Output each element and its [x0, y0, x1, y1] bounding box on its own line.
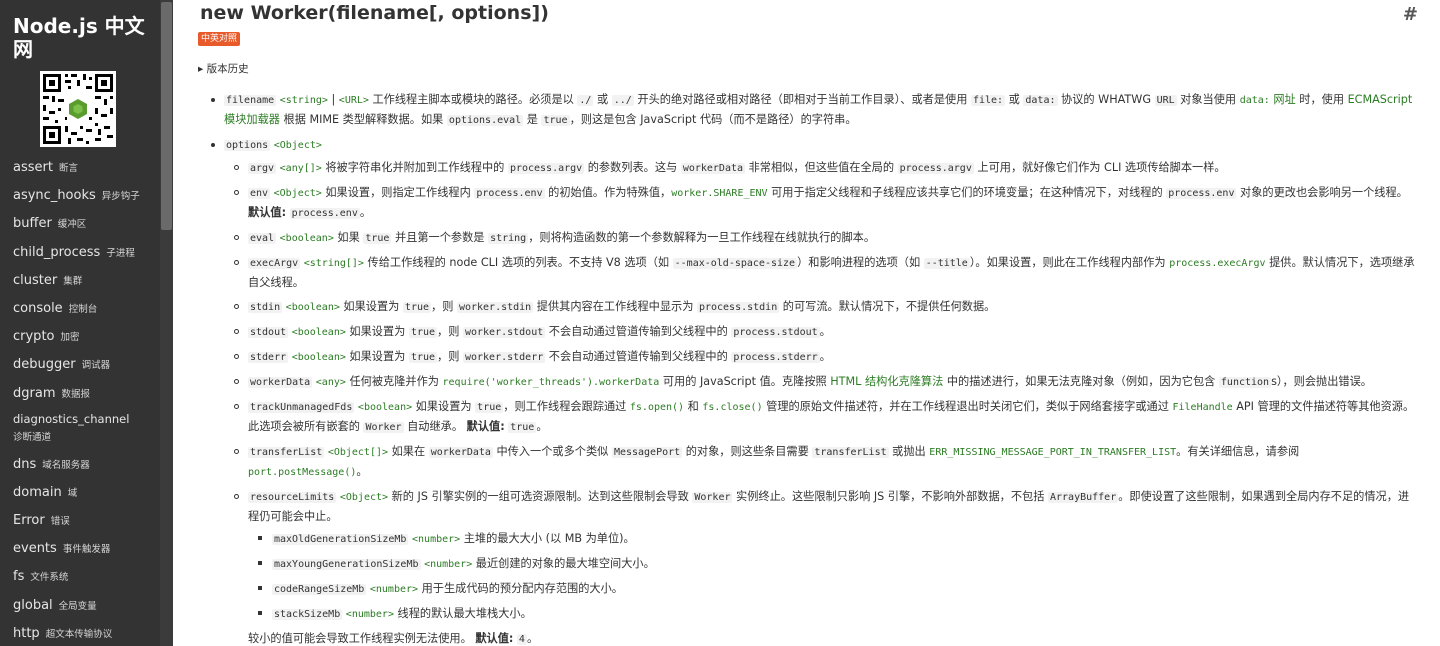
sidebar-item-buffer[interactable]: buffer 缓冲区: [0, 213, 160, 241]
site-logo[interactable]: Node.js 中文网: [13, 15, 153, 61]
sidebar-nav: assert 断言 async_hooks 异步钩子 buffer 缓冲区 child…: [0, 157, 160, 646]
sidebar-item-events[interactable]: events 事件触发器: [0, 538, 160, 566]
option-execargv: execArgv <string[]> 传给工作线程的 node CLI 选项的…: [224, 253, 1415, 292]
option-resourcelimits: resourceLimits <Object> 新的 JS 引擎实例的一组可选资…: [224, 487, 1415, 646]
type-link[interactable]: <boolean>: [358, 402, 412, 413]
version-history-toggle[interactable]: ▸ 版本历史: [198, 61, 249, 76]
type-link[interactable]: <number>: [424, 559, 472, 570]
error-code-link[interactable]: ERR_MISSING_MESSAGE_PORT_IN_TRANSFER_LIS…: [929, 447, 1176, 458]
param-options: options <Object> argv <any[]> 将被字符串化并附加到…: [200, 135, 1415, 646]
type-link[interactable]: <Object[]>: [328, 447, 388, 458]
type-link[interactable]: <boolean>: [280, 233, 334, 244]
limit-item: maxOldGenerationSizeMb <number> 主堆的最大大小 …: [248, 529, 1415, 549]
type-link[interactable]: <string>: [280, 95, 328, 106]
option-env: env <Object> 如果设置，则指定工作线程内 process.env 的…: [224, 183, 1415, 223]
type-link[interactable]: <Object>: [274, 140, 322, 151]
sidebar-item-global[interactable]: global 全局变量: [0, 595, 160, 623]
structured-clone-link[interactable]: HTML 结构化克隆算法: [830, 375, 943, 388]
sidebar-item-diagnostics-channel[interactable]: diagnostics_channel 诊断通道: [0, 411, 160, 454]
sidebar-scrollbar[interactable]: [160, 0, 173, 646]
qr-code-image: [40, 71, 116, 147]
share-env-link[interactable]: worker.SHARE_ENV: [671, 188, 767, 199]
option-trackunmanagedfds: trackUnmanagedFds <boolean> 如果设置为 true ，则…: [224, 397, 1415, 437]
option-eval: eval <boolean> 如果 true 并且第一个参数是 string ，则…: [224, 228, 1415, 248]
postmessage-link[interactable]: port.postMessage(): [248, 467, 356, 478]
fs-open-link[interactable]: fs.open(): [630, 402, 684, 413]
resource-limits-note: 较小的值可能会导致工作线程实例无法使用。 默认值: 4。: [248, 632, 539, 645]
sidebar-item-http[interactable]: http 超文本传输协议: [0, 623, 160, 646]
sidebar-item-async-hooks[interactable]: async_hooks 异步钩子: [0, 185, 160, 213]
limit-item: codeRangeSizeMb <number> 用于生成代码的预分配内存范围的…: [248, 579, 1415, 599]
param-filename: filename <string> | <URL> 工作线程主脚本或模块的路径。…: [200, 90, 1415, 130]
sidebar-item-error[interactable]: Error 错误: [0, 510, 160, 538]
type-link[interactable]: <Object>: [340, 492, 388, 503]
filehandle-link[interactable]: FileHandle: [1172, 402, 1232, 413]
type-link[interactable]: <boolean>: [292, 352, 346, 363]
sidebar-item-fs[interactable]: fs 文件系统: [0, 566, 160, 594]
type-link[interactable]: <boolean>: [286, 302, 340, 313]
workerdata-link[interactable]: require('worker_threads').workerData: [443, 377, 660, 388]
option-argv: argv <any[]> 将被字符串化并附加到工作线程中的 process.ar…: [224, 158, 1415, 178]
type-link[interactable]: <number>: [412, 534, 460, 545]
type-link[interactable]: <any>: [316, 377, 346, 388]
sidebar-item-cluster[interactable]: cluster 集群: [0, 270, 160, 298]
sidebar-scrollbar-thumb[interactable]: [161, 2, 172, 230]
sidebar-item-child-process[interactable]: child_process 子进程: [0, 242, 160, 270]
data-url-link[interactable]: data:: [1240, 95, 1270, 106]
language-toggle-badge[interactable]: 中英对照: [198, 32, 241, 46]
type-link[interactable]: <string[]>: [304, 258, 364, 269]
fs-close-link[interactable]: fs.close(): [702, 402, 762, 413]
sidebar-item-crypto[interactable]: crypto 加密: [0, 326, 160, 354]
option-workerdata: workerData <any> 任何被克隆并作为 require('worke…: [224, 372, 1415, 392]
option-transferlist: transferList <Object[]> 如果在 workerData 中…: [224, 442, 1415, 482]
limit-item: maxYoungGenerationSizeMb <number> 最近创建的对…: [248, 554, 1415, 574]
sidebar-item-dns[interactable]: dns 域名服务器: [0, 454, 160, 482]
main-content: new Worker(filename[, options]) # 中英对照 ▸…: [173, 0, 1440, 646]
sidebar-item-console[interactable]: console 控制台: [0, 298, 160, 326]
type-link[interactable]: <URL>: [339, 95, 369, 106]
type-link[interactable]: <number>: [346, 609, 394, 620]
type-link[interactable]: <Object>: [274, 188, 322, 199]
type-link[interactable]: <any[]>: [280, 163, 322, 174]
sidebar: Node.js 中文网 assert 断言 async_hooks 异步钩子 b…: [0, 0, 173, 646]
option-stdout: stdout <boolean> 如果设置为 true ，则 worker.std…: [224, 322, 1415, 342]
process-execargv-link[interactable]: process.execArgv: [1169, 258, 1265, 269]
sidebar-item-domain[interactable]: domain 域: [0, 482, 160, 510]
limit-item: stackSizeMb <number> 线程的默认最大堆栈大小。: [248, 604, 1415, 624]
type-link[interactable]: <boolean>: [292, 327, 346, 338]
option-stderr: stderr <boolean> 如果设置为 true ，则 worker.std…: [224, 347, 1415, 367]
type-link[interactable]: <number>: [370, 584, 418, 595]
sidebar-item-dgram[interactable]: dgram 数据报: [0, 383, 160, 411]
page-title: new Worker(filename[, options]): [200, 2, 549, 24]
sidebar-item-assert[interactable]: assert 断言: [0, 157, 160, 185]
option-stdin: stdin <boolean> 如果设置为 true ，则 worker.stdi…: [224, 297, 1415, 317]
sidebar-item-debugger[interactable]: debugger 调试器: [0, 354, 160, 382]
anchor-link[interactable]: #: [1403, 4, 1418, 25]
api-description: filename <string> | <URL> 工作线程主脚本或模块的路径。…: [200, 90, 1415, 646]
